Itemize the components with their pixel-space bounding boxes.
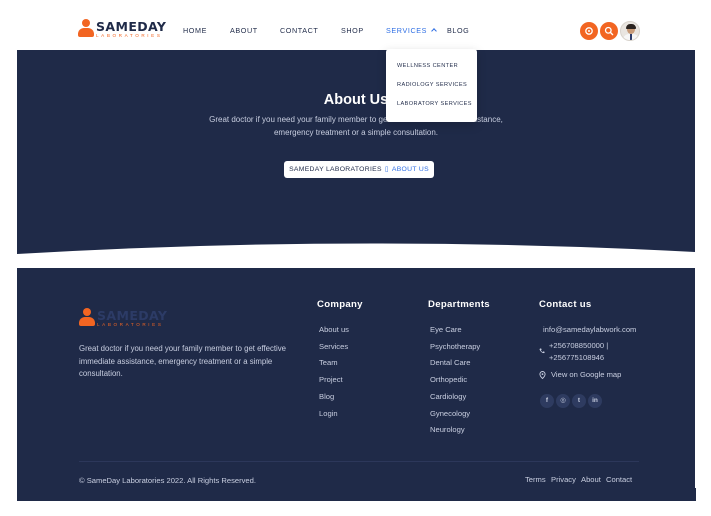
twitter-icon: t [577,397,581,404]
footer-brand-tagline: LABORATORIES [97,322,164,327]
instagram-button[interactable]: ◎ [556,394,570,408]
contact-phone-secondary[interactable]: +256775108946 [549,353,604,362]
services-dropdown: WELLNESS CENTER RADIOLOGY SERVICES LABOR… [386,49,477,122]
site-footer: SAMEDAY LABORATORIES Great doctor if you… [17,268,695,501]
avatar[interactable] [620,21,640,41]
footer-link-neurology[interactable]: Neurology [430,425,465,434]
nav-shop[interactable]: SHOP [341,26,364,35]
site-header: SAMEDAY LABORATORIES HOME ABOUT CONTACT … [0,0,711,50]
twitter-button[interactable]: t [572,394,586,408]
linkedin-button[interactable]: in [588,394,602,408]
nav-about[interactable]: ABOUT [230,26,258,35]
nav-contact[interactable]: CONTACT [280,26,318,35]
map-pin-icon [539,371,546,379]
google-map-link[interactable]: View on Google map [551,370,621,379]
footer-link-services[interactable]: Services [319,342,348,351]
footer-link-orthopedic[interactable]: Orthopedic [430,375,467,384]
hero-wave-divider [17,243,695,265]
dropdown-item-wellness-center[interactable]: WELLNESS CENTER [397,63,458,69]
footer-link-cardiology[interactable]: Cardiology [430,392,466,401]
footer-link-blog[interactable]: Blog [319,392,334,401]
footer-bottom-link-privacy[interactable]: Privacy [551,475,576,484]
footer-link-project[interactable]: Project [319,375,343,384]
footer-departments-title: Departments [428,299,490,310]
nav-blog[interactable]: BLOG [447,26,469,35]
footer-description: Great doctor if you need your family mem… [79,344,287,378]
nav-services[interactable]: SERVICES [386,26,437,35]
contact-email-link[interactable]: info@samedaylabwork.com [543,325,636,334]
settings-icon [585,27,593,35]
facebook-button[interactable]: f [540,394,554,408]
dropdown-item-radiology-services[interactable]: RADIOLOGY SERVICES [397,82,467,88]
footer-link-login[interactable]: Login [319,409,338,418]
phone-icon [539,348,545,354]
nav-services-label: SERVICES [386,26,428,35]
contact-phone-primary[interactable]: +256708850000 | [549,341,608,350]
footer-link-eye-care[interactable]: Eye Care [430,325,462,334]
breadcrumb-current[interactable]: ABOUT US [392,166,429,173]
footer-company-title: Company [317,299,363,310]
dropdown-item-laboratory-services[interactable]: LABORATORY SERVICES [397,101,472,107]
search-button[interactable] [600,22,618,40]
search-icon [604,26,614,36]
chevron-up-icon [431,28,437,34]
page-hero: About Us Great doctor if you need your f… [17,50,695,265]
footer-bottom-link-terms[interactable]: Terms [525,475,546,484]
footer-link-psychotherapy[interactable]: Psychotherapy [430,342,480,351]
brand-logo[interactable]: SAMEDAY LABORATORIES [78,19,168,41]
page-title: About Us [323,92,389,108]
breadcrumb-root[interactable]: SAMEDAY LABORATORIES [289,166,382,173]
facebook-icon: f [545,397,549,404]
footer-link-gynecology[interactable]: Gynecology [430,409,470,418]
settings-button[interactable] [580,22,598,40]
page-bottom-gap [17,501,695,516]
footer-bottom-link-contact[interactable]: Contact [606,475,632,484]
nav-home[interactable]: HOME [183,26,207,35]
footer-logo[interactable]: SAMEDAY LABORATORIES [79,308,179,330]
logo-mark-icon [78,19,94,38]
footer-link-dental-care[interactable]: Dental Care [430,358,471,367]
logo-mark-icon [79,308,95,327]
footer-divider [79,461,639,462]
brand-name: SAMEDAY [96,19,167,34]
scroll-edge [695,488,696,501]
brand-tagline: LABORATORIES [96,33,163,38]
linkedin-icon: in [592,397,598,404]
footer-bottom-link-about[interactable]: About [581,475,601,484]
footer-link-about-us[interactable]: About us [319,325,349,334]
footer-link-team[interactable]: Team [319,358,338,367]
footer-brand-name: SAMEDAY [97,308,168,323]
breadcrumb-separator: ▯ [384,166,389,173]
instagram-icon: ◎ [560,397,566,404]
breadcrumb: SAMEDAY LABORATORIES ▯ ABOUT US [284,161,434,178]
footer-contact-title: Contact us [539,299,592,310]
copyright-text: © SameDay Laboratories 2022. All Rights … [79,476,256,485]
